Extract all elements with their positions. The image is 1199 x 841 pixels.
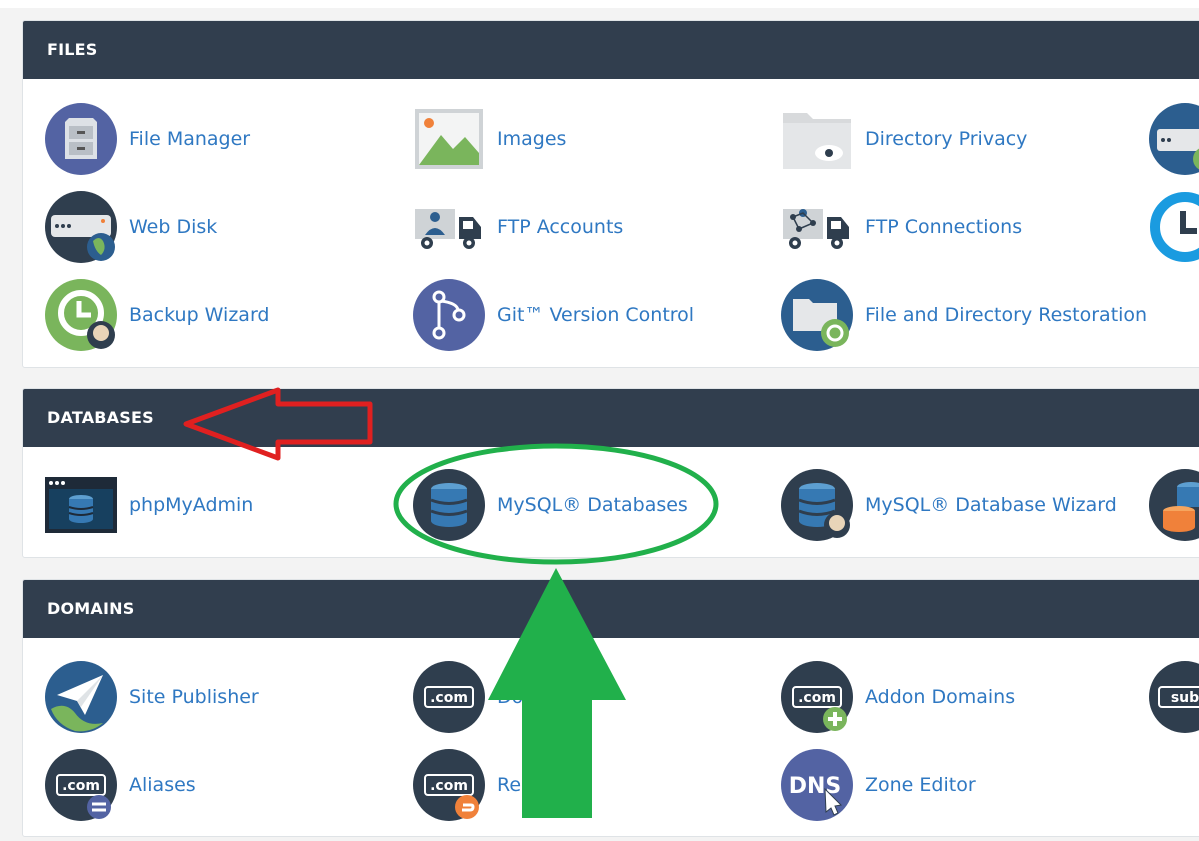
ftp-connections-icon	[783, 209, 849, 249]
phpmyadmin-link[interactable]: phpMyAdmin	[45, 469, 253, 541]
web-disk-label: Web Disk	[129, 216, 218, 238]
ftp-connections-label: FTP Connections	[865, 216, 1023, 238]
folder-eye-icon	[783, 113, 851, 169]
page-top-bar	[0, 0, 1199, 8]
file-directory-restoration-link[interactable]: File and Directory Restoration	[781, 279, 1147, 351]
svg-text:sub: sub	[1171, 690, 1199, 706]
mysql-database-wizard-label: MySQL® Database Wizard	[865, 494, 1117, 516]
databases-panel: DATABASES phpMyAdmin MySQL® Databases My…	[22, 388, 1199, 558]
phpmyadmin-icon	[45, 477, 117, 533]
git-version-control-label: Git™ Version Control	[497, 304, 695, 326]
aliases-link[interactable]: .com Aliases	[45, 749, 196, 821]
backup-link[interactable]	[1149, 191, 1199, 263]
domains-label: Do	[497, 686, 524, 708]
svg-text:.com: .com	[798, 690, 836, 706]
mysql-wizard-icon	[781, 469, 853, 541]
addon-domains-link[interactable]: .com Addon Domains	[781, 661, 1015, 733]
site-publisher-label: Site Publisher	[129, 686, 259, 708]
backup-wizard-link[interactable]: Backup Wizard	[45, 279, 270, 351]
dotcom-equals-icon: .com	[45, 749, 117, 821]
file-manager-link[interactable]: File Manager	[45, 103, 250, 175]
dns-icon: DNS	[781, 749, 853, 821]
domains-panel: DOMAINS Site Publisher .com Do .com Addo…	[22, 579, 1199, 837]
directory-privacy-link[interactable]: Directory Privacy	[781, 103, 1027, 175]
ftp-accounts-icon	[415, 209, 481, 249]
aliases-label: Aliases	[129, 774, 196, 796]
svg-text:.com: .com	[62, 778, 100, 794]
disk-usage-link[interactable]	[1149, 103, 1199, 175]
ftp-connections-link[interactable]: FTP Connections	[781, 191, 1022, 263]
svg-text:.com: .com	[430, 778, 468, 794]
ftp-accounts-label: FTP Accounts	[497, 216, 624, 238]
dotcom-plus-icon: .com	[781, 661, 853, 733]
file-directory-restoration-label: File and Directory Restoration	[865, 304, 1148, 326]
images-icon	[415, 109, 483, 169]
subdomains-link[interactable]: sub	[1149, 661, 1199, 733]
file-cabinet-icon	[45, 103, 117, 175]
images-label: Images	[497, 128, 567, 150]
folder-restore-icon	[781, 279, 853, 351]
addon-domains-label: Addon Domains	[865, 686, 1016, 708]
databases-header[interactable]: DATABASES	[23, 389, 1199, 447]
files-header[interactable]: FILES	[23, 21, 1199, 79]
domains-link[interactable]: .com Do	[413, 661, 523, 733]
web-disk-icon	[45, 191, 117, 263]
backup-wizard-icon	[45, 279, 117, 351]
mysql-databases-link[interactable]: MySQL® Databases	[413, 469, 688, 541]
backup-wizard-label: Backup Wizard	[129, 304, 270, 326]
zone-editor-link[interactable]: DNS Zone Editor	[781, 749, 976, 821]
files-panel: FILES File Manager Images Directory Priv…	[22, 20, 1199, 368]
zone-editor-label: Zone Editor	[865, 774, 976, 796]
redirects-label: Re	[497, 774, 522, 796]
images-link[interactable]: Images	[413, 103, 566, 175]
phpmyadmin-label: phpMyAdmin	[129, 494, 254, 516]
dotcom-icon: .com	[413, 661, 485, 733]
paper-plane-globe-icon	[45, 661, 117, 733]
file-manager-label: File Manager	[129, 128, 251, 150]
dotcom-redirect-icon: .com	[413, 749, 485, 821]
directory-privacy-label: Directory Privacy	[865, 128, 1028, 150]
subdomain-icon: sub	[1149, 661, 1199, 733]
disk-usage-icon	[1149, 103, 1199, 175]
mysql-database-wizard-link[interactable]: MySQL® Database Wizard	[781, 469, 1117, 541]
remote-mysql-link[interactable]	[1149, 469, 1199, 541]
web-disk-link[interactable]: Web Disk	[45, 191, 217, 263]
svg-text:DNS: DNS	[789, 774, 842, 799]
mysql-databases-icon	[413, 469, 485, 541]
mysql-databases-label: MySQL® Databases	[497, 494, 688, 516]
svg-text:.com: .com	[430, 690, 468, 706]
domains-header[interactable]: DOMAINS	[23, 580, 1199, 638]
redirects-link[interactable]: .com Re	[413, 749, 521, 821]
backup-icon	[1150, 192, 1199, 262]
site-publisher-link[interactable]: Site Publisher	[45, 661, 259, 733]
git-version-control-link[interactable]: Git™ Version Control	[413, 279, 694, 351]
ftp-accounts-link[interactable]: FTP Accounts	[413, 191, 623, 263]
git-icon	[413, 279, 485, 351]
remote-mysql-icon	[1149, 469, 1199, 541]
